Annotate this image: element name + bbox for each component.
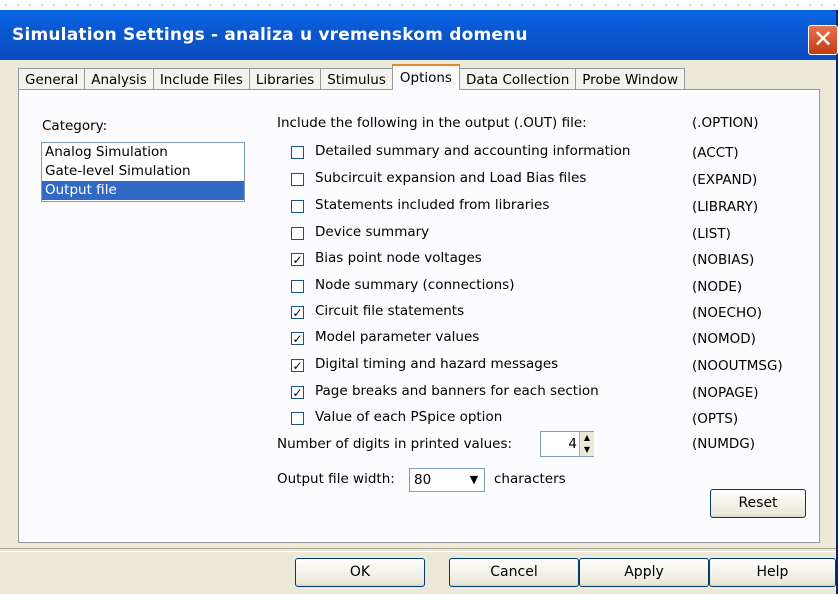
background-strip bbox=[0, 0, 838, 10]
nooutmsg-label[interactable]: Digital timing and hazard messages bbox=[315, 356, 558, 372]
opts-checkbox[interactable] bbox=[291, 412, 304, 425]
nobias-code: (NOBIAS) bbox=[692, 252, 755, 268]
digits-code: (NUMDG) bbox=[692, 436, 756, 452]
opts-code: (OPTS) bbox=[692, 411, 739, 427]
nobias-checkbox[interactable]: ✓ bbox=[291, 253, 304, 266]
help-button[interactable]: Help bbox=[709, 558, 836, 587]
title-bar[interactable]: Simulation Settings - analiza u vremensk… bbox=[0, 10, 838, 60]
output-header: Include the following in the output (.OU… bbox=[277, 115, 587, 131]
category-list[interactable]: Analog Simulation Gate-level Simulation … bbox=[41, 142, 245, 202]
expand-checkbox[interactable] bbox=[291, 173, 304, 186]
nopage-checkbox[interactable]: ✓ bbox=[291, 386, 304, 399]
tab-stimulus[interactable]: Stimulus bbox=[320, 68, 393, 90]
list-code: (LIST) bbox=[692, 226, 731, 242]
tab-options[interactable]: Options bbox=[391, 64, 460, 90]
list-checkbox[interactable] bbox=[291, 227, 304, 240]
tab-libraries[interactable]: Libraries bbox=[248, 68, 322, 90]
opts-label[interactable]: Value of each PSpice option bbox=[315, 409, 502, 425]
tab-probe-window[interactable]: Probe Window bbox=[575, 68, 686, 90]
nomod-checkbox[interactable]: ✓ bbox=[291, 332, 304, 345]
expand-label[interactable]: Subcircuit expansion and Load Bias files bbox=[315, 170, 586, 186]
library-checkbox[interactable] bbox=[291, 200, 304, 213]
nomod-code: (NOMOD) bbox=[692, 331, 756, 347]
nobias-label[interactable]: Bias point node voltages bbox=[315, 250, 482, 266]
nomod-label[interactable]: Model parameter values bbox=[315, 329, 479, 345]
category-label: Category: bbox=[42, 118, 108, 134]
ok-button[interactable]: OK bbox=[295, 558, 425, 587]
tab-strip: General Analysis Include Files Libraries… bbox=[18, 64, 686, 90]
close-icon[interactable]: ✕ bbox=[808, 25, 838, 55]
divider bbox=[0, 548, 836, 552]
acct-checkbox[interactable] bbox=[291, 146, 304, 159]
apply-button[interactable]: Apply bbox=[579, 558, 709, 587]
reset-button[interactable]: Reset bbox=[710, 489, 806, 518]
digits-label: Number of digits in printed values: bbox=[277, 436, 513, 452]
tab-general[interactable]: General bbox=[18, 68, 86, 90]
list-label[interactable]: Device summary bbox=[315, 224, 429, 240]
node-checkbox[interactable] bbox=[291, 280, 304, 293]
nopage-label[interactable]: Page breaks and banners for each section bbox=[315, 383, 599, 399]
digits-spinner[interactable]: 4 ▲ ▼ bbox=[540, 431, 594, 457]
width-select[interactable]: 80 ▼ bbox=[409, 468, 485, 492]
nooutmsg-code: (NOOUTMSG) bbox=[692, 358, 783, 374]
acct-code: (ACCT) bbox=[692, 145, 739, 161]
tab-data-collection[interactable]: Data Collection bbox=[458, 68, 577, 90]
node-code: (NODE) bbox=[692, 279, 743, 295]
category-item-gate-level[interactable]: Gate-level Simulation bbox=[42, 162, 244, 181]
output-header-code: (.OPTION) bbox=[692, 115, 759, 131]
category-item-output-file[interactable]: Output file bbox=[42, 181, 244, 200]
digits-value[interactable]: 4 bbox=[541, 432, 577, 456]
width-value[interactable]: 80 bbox=[414, 469, 431, 491]
nopage-code: (NOPAGE) bbox=[692, 385, 759, 401]
tab-include-files[interactable]: Include Files bbox=[152, 68, 250, 90]
acct-label[interactable]: Detailed summary and accounting informat… bbox=[315, 143, 630, 159]
spin-up-icon[interactable]: ▲ bbox=[579, 432, 594, 444]
window-title: Simulation Settings - analiza u vremensk… bbox=[12, 25, 528, 45]
expand-code: (EXPAND) bbox=[692, 172, 758, 188]
width-label: Output file width: bbox=[277, 471, 395, 487]
noecho-checkbox[interactable]: ✓ bbox=[291, 306, 304, 319]
chevron-down-icon[interactable]: ▼ bbox=[464, 469, 484, 491]
simulation-settings-dialog: Simulation Settings - analiza u vremensk… bbox=[0, 0, 838, 594]
category-item-analog[interactable]: Analog Simulation bbox=[42, 143, 244, 162]
cancel-button[interactable]: Cancel bbox=[449, 558, 579, 587]
library-label[interactable]: Statements included from libraries bbox=[315, 197, 549, 213]
node-label[interactable]: Node summary (connections) bbox=[315, 277, 514, 293]
library-code: (LIBRARY) bbox=[692, 199, 759, 215]
nooutmsg-checkbox[interactable]: ✓ bbox=[291, 359, 304, 372]
noecho-code: (NOECHO) bbox=[692, 305, 762, 321]
spin-down-icon[interactable]: ▼ bbox=[579, 444, 594, 456]
noecho-label[interactable]: Circuit file statements bbox=[315, 303, 464, 319]
tab-analysis[interactable]: Analysis bbox=[84, 68, 154, 90]
width-suffix: characters bbox=[494, 471, 566, 487]
